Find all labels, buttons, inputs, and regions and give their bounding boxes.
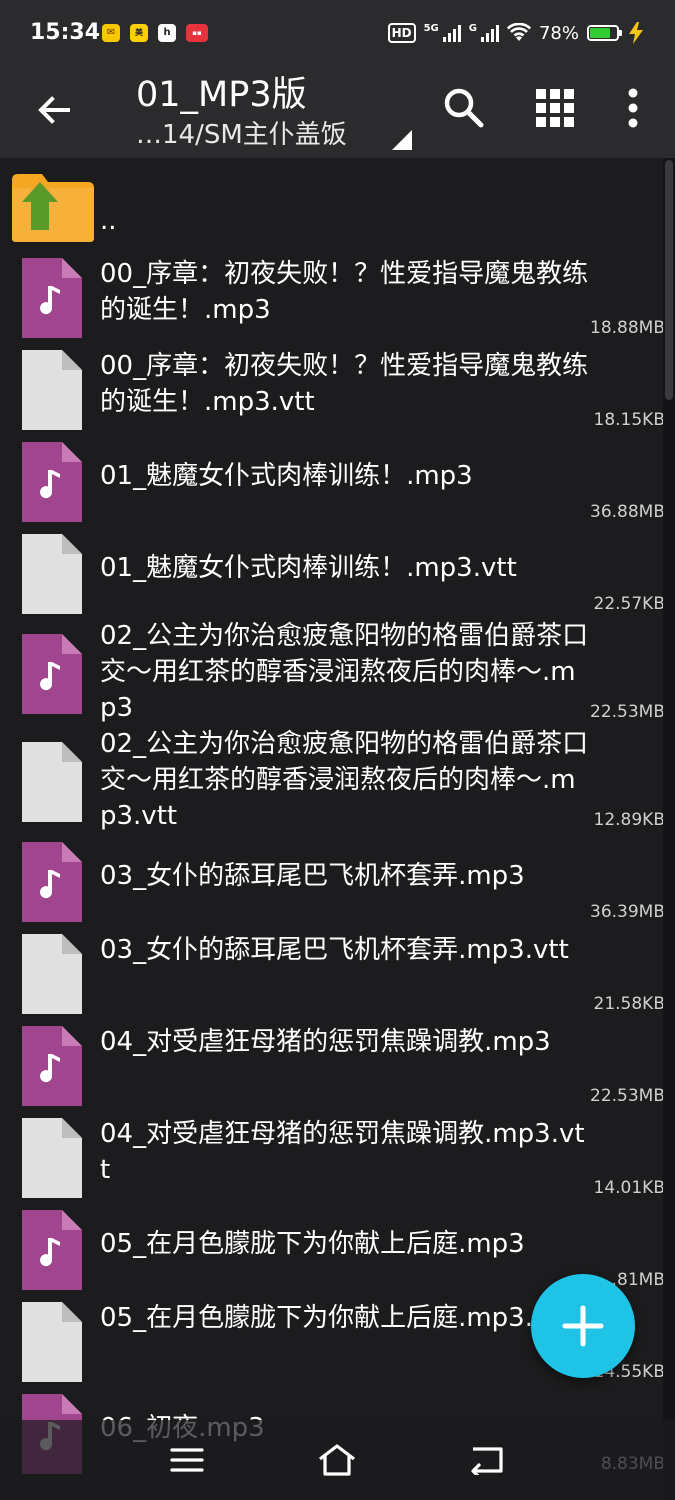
file-row[interactable]: 03_女仆的舔耳尾巴飞机杯套弄.mp3 36.39MB [0, 834, 663, 926]
file-name: 04_对受虐狂母猪的惩罚焦躁调教.mp3 [100, 1027, 551, 1057]
nav-menu-button[interactable] [162, 1436, 212, 1484]
menu-icon [170, 1448, 204, 1472]
file-size: 22.53MB [590, 1086, 663, 1106]
file-name: 01_魅魔女仆式肉棒训练！.mp3 [100, 461, 473, 491]
document-file-icon [22, 934, 82, 1014]
hd-icon: HD [387, 23, 416, 43]
arrow-left-icon [38, 96, 70, 124]
document-file-icon [22, 534, 82, 614]
file-row[interactable]: 00_序章：初夜失败！？性爱指导魔鬼教练的诞生！.mp3.vtt 18.15KB [0, 342, 663, 434]
network-label-2: G [468, 22, 477, 34]
file-size: 18.15KB [593, 410, 663, 430]
audio-file-icon [22, 1210, 82, 1290]
parent-directory-label: .. [100, 206, 117, 236]
signal-2-icon [480, 24, 499, 42]
navigation-bar [0, 1420, 675, 1500]
path-dropdown-icon[interactable] [392, 130, 412, 150]
add-button[interactable] [531, 1274, 635, 1378]
document-file-icon [22, 350, 82, 430]
folder-path[interactable]: …14/SM主仆盖饭 [136, 114, 347, 151]
audio-file-icon [22, 258, 82, 338]
file-row[interactable]: 04_对受虐狂母猪的惩罚焦躁调教.mp3.vtt 14.01KB [0, 1110, 663, 1202]
file-name: 04_对受虐狂母猪的惩罚焦躁调教.mp3.vtt [100, 1119, 585, 1185]
toolbar: 01_MP3版 …14/SM主仆盖饭 [0, 66, 675, 158]
red-notification-icon: ▪▪ [186, 24, 208, 42]
file-size: 22.53MB [590, 702, 663, 722]
charging-icon [629, 22, 643, 44]
file-row[interactable]: 01_魅魔女仆式肉棒训练！.mp3 36.88MB [0, 434, 663, 526]
nav-home-button[interactable] [312, 1436, 362, 1484]
file-row[interactable]: 04_对受虐狂母猪的惩罚焦躁调教.mp3 22.53MB [0, 1018, 663, 1110]
folder-up-icon [12, 174, 94, 242]
file-size: 18.88MB [590, 318, 663, 338]
file-size: 36.39MB [590, 902, 663, 922]
audio-file-icon [22, 842, 82, 922]
wifi-icon [506, 23, 531, 41]
audio-file-icon [22, 1026, 82, 1106]
file-name: 02_公主为你治愈疲惫阳物的格雷伯爵茶口交～用红茶的醇香浸润熬夜后的肉棒～.mp… [100, 729, 589, 831]
more-options-button[interactable] [605, 80, 661, 136]
status-bar: 15:34 ✉ 美 h ▪▪ HD 5G G 78% [0, 0, 675, 66]
parent-directory-row[interactable]: .. [0, 166, 663, 246]
network-label-1: 5G [423, 22, 439, 34]
file-name: 05_在月色朦胧下为你献上后庭.mp3 [100, 1229, 525, 1259]
file-size: 36.88MB [590, 502, 663, 522]
file-row[interactable]: 02_公主为你治愈疲惫阳物的格雷伯爵茶口交～用红茶的醇香浸润熬夜后的肉棒～.mp… [0, 618, 663, 726]
status-right: HD 5G G 78% [387, 18, 645, 48]
grid-view-button[interactable] [527, 80, 583, 136]
grid-view-icon [536, 89, 574, 127]
file-size: 12.89KB [593, 810, 663, 830]
document-file-icon [22, 742, 82, 822]
battery-icon [587, 25, 622, 41]
file-size: 14.01KB [593, 1178, 663, 1198]
meituan-notification-icon: 美 [130, 24, 148, 42]
status-time: 15:34 [30, 20, 101, 45]
file-size: 22.57KB [593, 594, 663, 614]
scrollbar-thumb[interactable] [665, 160, 673, 400]
nav-back-button[interactable] [462, 1436, 512, 1484]
file-row[interactable]: 01_魅魔女仆式肉棒训练！.mp3.vtt 22.57KB [0, 526, 663, 618]
signal-1-icon [442, 24, 461, 42]
folder-title: 01_MP3版 [136, 75, 307, 115]
battery-percent: 78% [538, 22, 579, 44]
plus-icon [562, 1305, 604, 1347]
app-notification-icon: h [158, 24, 176, 42]
document-file-icon [22, 1118, 82, 1198]
file-row[interactable]: 03_女仆的舔耳尾巴飞机杯套弄.mp3.vtt 21.58KB [0, 926, 663, 1018]
audio-file-icon [22, 442, 82, 522]
file-name: 03_女仆的舔耳尾巴飞机杯套弄.mp3.vtt [100, 935, 569, 965]
search-icon [444, 88, 484, 128]
back-button[interactable] [30, 86, 78, 134]
file-size: 21.58KB [593, 994, 663, 1014]
file-name: 00_序章：初夜失败！？性爱指导魔鬼教练的诞生！.mp3.vtt [100, 351, 589, 417]
file-name: 00_序章：初夜失败！？性爱指导魔鬼教练的诞生！.mp3 [100, 259, 589, 325]
document-file-icon [22, 1302, 82, 1382]
more-vert-icon [628, 88, 638, 128]
mail-notification-icon: ✉ [102, 24, 120, 42]
file-name: 05_在月色朦胧下为你献上后庭.mp3.vtt [100, 1303, 569, 1333]
search-button[interactable] [436, 80, 492, 136]
file-name: 03_女仆的舔耳尾巴飞机杯套弄.mp3 [100, 861, 525, 891]
file-row[interactable]: 00_序章：初夜失败！？性爱指导魔鬼教练的诞生！.mp3 18.88MB [0, 250, 663, 342]
back-icon [471, 1447, 503, 1475]
home-icon [319, 1444, 355, 1476]
file-name: 02_公主为你治愈疲惫阳物的格雷伯爵茶口交～用红茶的醇香浸润熬夜后的肉棒～.mp… [100, 621, 589, 723]
audio-file-icon [22, 634, 82, 714]
file-name: 01_魅魔女仆式肉棒训练！.mp3.vtt [100, 553, 517, 583]
file-row[interactable]: 02_公主为你治愈疲惫阳物的格雷伯爵茶口交～用红茶的醇香浸润熬夜后的肉棒～.mp… [0, 726, 663, 834]
